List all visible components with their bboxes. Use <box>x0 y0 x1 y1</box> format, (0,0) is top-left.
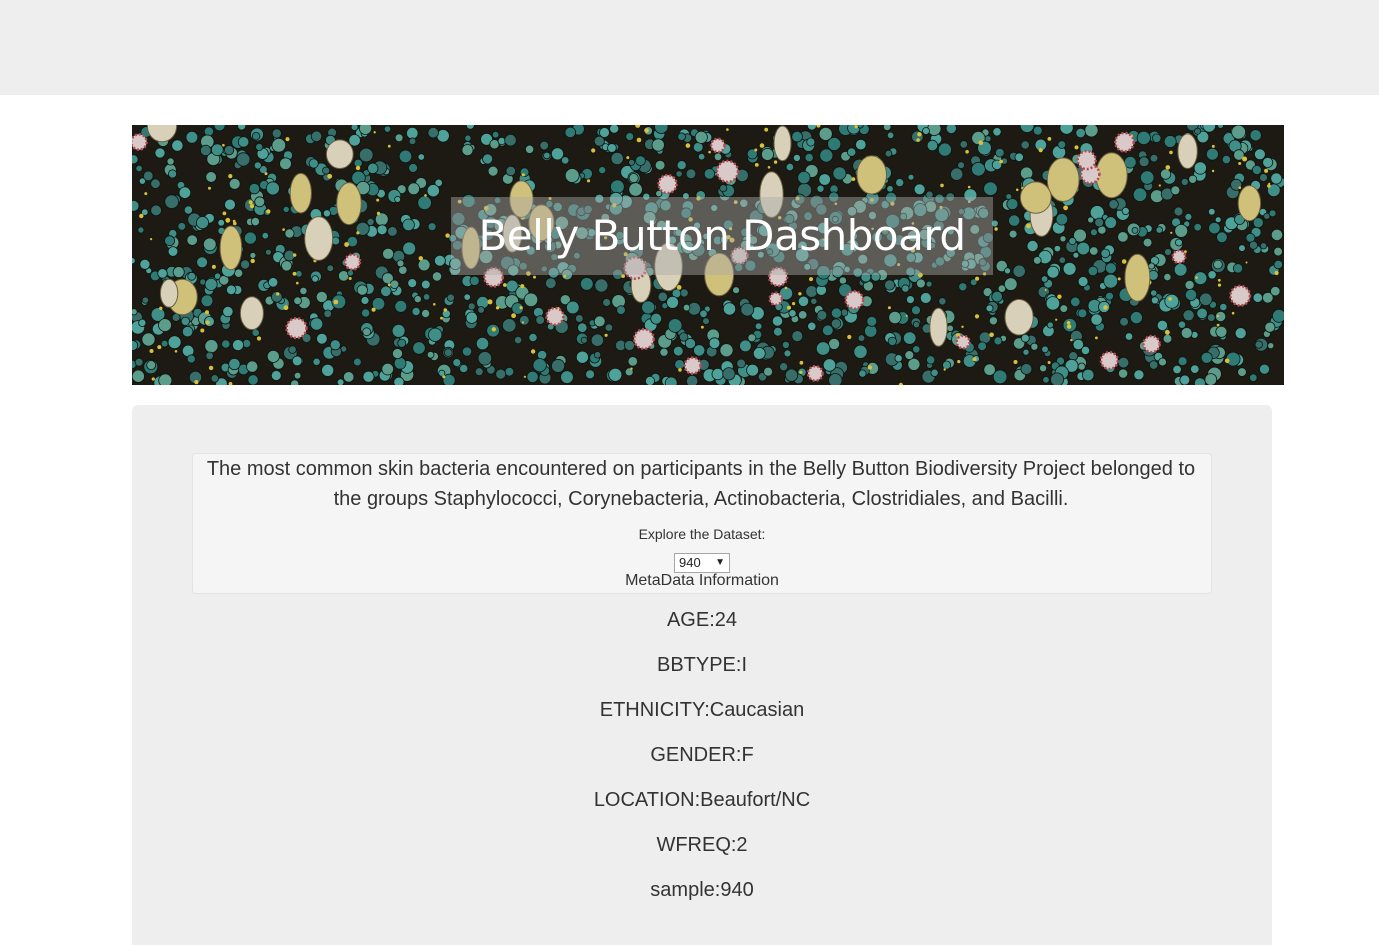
top-navbar <box>0 0 1379 95</box>
sample-select-value: 940 <box>679 555 701 570</box>
metadata-item: BBTYPE:I <box>656 654 748 676</box>
metadata-list: AGE:24 BBTYPE:I ETHNICITY:Caucasian GEND… <box>132 605 1272 920</box>
metadata-item: WFREQ:2 <box>656 834 748 856</box>
metadata-title: MetaData Information <box>625 572 779 589</box>
metadata-item: LOCATION:Beaufort/NC <box>593 789 811 811</box>
metadata-item: ETHNICITY:Caucasian <box>599 699 805 721</box>
hero-banner: Belly Button Dashboard <box>132 125 1284 385</box>
metadata-item: GENDER:F <box>650 744 754 766</box>
page-title: Belly Button Dashboard <box>478 211 966 260</box>
metadata-item: sample:940 <box>650 879 754 901</box>
metadata-item: AGE:24 <box>666 609 738 631</box>
explore-label: Explore the Dataset: <box>638 526 766 542</box>
chevron-down-icon: ▼ <box>715 557 725 568</box>
intro-text: The most common skin bacteria encountere… <box>206 458 1196 510</box>
sample-select[interactable]: 940 ▼ <box>674 553 730 573</box>
